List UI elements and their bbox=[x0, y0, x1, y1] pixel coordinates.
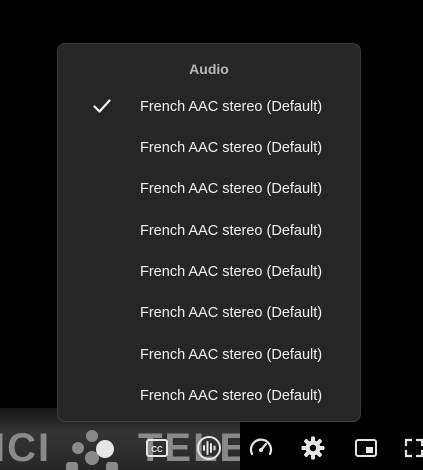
audio-option-label: French AAC stereo (Default) bbox=[140, 347, 323, 363]
audio-option-7[interactable]: French AAC stereo (Default) bbox=[58, 334, 360, 375]
captions-button[interactable]: CC bbox=[143, 434, 171, 462]
audio-menu-title: Audio bbox=[189, 61, 229, 77]
audio-option-2[interactable]: French AAC stereo (Default) bbox=[58, 127, 360, 168]
audio-option-4[interactable]: French AAC stereo (Default) bbox=[58, 210, 360, 251]
captions-icon: CC bbox=[146, 439, 168, 457]
settings-button[interactable] bbox=[299, 434, 327, 462]
picture-in-picture-icon bbox=[355, 439, 377, 457]
audio-option-label: French AAC stereo (Default) bbox=[140, 305, 323, 321]
audio-option-3[interactable]: French AAC stereo (Default) bbox=[58, 168, 360, 209]
audio-track-menu: Audio French AAC stereo (Default) French… bbox=[57, 43, 361, 422]
settings-gear-icon bbox=[301, 436, 325, 460]
audio-track-button[interactable] bbox=[195, 434, 223, 462]
audio-option-label: French AAC stereo (Default) bbox=[140, 388, 323, 404]
video-player[interactable]: ICI TELE Audio French AAC stereo (Defaul… bbox=[0, 0, 423, 470]
svg-text:CC: CC bbox=[151, 445, 163, 454]
audio-option-label: French AAC stereo (Default) bbox=[140, 264, 323, 280]
player-control-bar: CC bbox=[0, 428, 423, 470]
audio-option-label: French AAC stereo (Default) bbox=[140, 140, 323, 156]
audio-option-label: French AAC stereo (Default) bbox=[140, 223, 323, 239]
audio-option-5[interactable]: French AAC stereo (Default) bbox=[58, 251, 360, 292]
playback-speed-button[interactable] bbox=[247, 434, 275, 462]
audio-option-6[interactable]: French AAC stereo (Default) bbox=[58, 292, 360, 333]
audio-track-icon bbox=[197, 436, 221, 460]
audio-option-label: French AAC stereo (Default) bbox=[140, 181, 323, 197]
audio-option-label: French AAC stereo (Default) bbox=[140, 99, 323, 115]
check-icon bbox=[93, 99, 111, 113]
fullscreen-icon bbox=[404, 438, 423, 458]
audio-option-8[interactable]: French AAC stereo (Default) bbox=[58, 375, 360, 416]
scrubber-handle[interactable] bbox=[96, 440, 114, 458]
fullscreen-button[interactable] bbox=[400, 434, 423, 462]
playback-speed-icon bbox=[249, 438, 273, 456]
picture-in-picture-button[interactable] bbox=[352, 434, 380, 462]
audio-option-1[interactable]: French AAC stereo (Default) bbox=[58, 86, 360, 127]
